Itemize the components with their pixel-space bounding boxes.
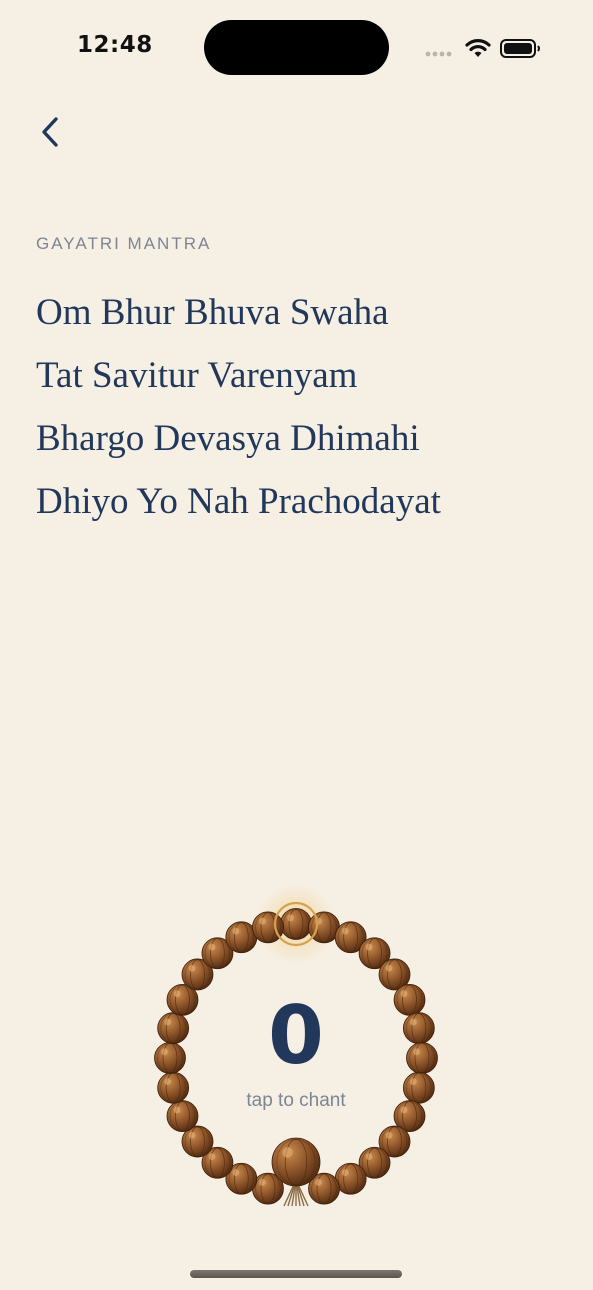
mantra-title: GAYATRI MANTRA [36,234,212,253]
status-bar: 12:48 [0,0,593,96]
mala-bead [280,908,312,940]
dynamic-island [204,20,389,75]
mantra-line: Om Bhur Bhuva Swaha [36,292,389,333]
mala-bead [252,911,284,944]
mantra-line: Bhargo Devasya Dhimahi [36,418,420,459]
signal-icon [425,51,452,57]
chevron-left-icon [42,117,58,147]
mantra-line: Dhiyo Yo Nah Prachodayat [36,481,441,522]
tap-to-chant-hint: tap to chant [246,1090,346,1111]
battery-icon [500,39,540,58]
wifi-icon [465,39,491,57]
home-indicator [190,1270,402,1278]
mantra-text: Om Bhur Bhuva Swaha Tat Savitur Varenyam… [36,288,576,540]
mantra-line: Tat Savitur Varenyam [36,355,358,396]
back-button[interactable] [28,110,72,154]
chant-count[interactable]: 0 [146,988,446,1084]
status-icons [425,39,540,58]
guru-bead [271,1137,321,1187]
status-time: 12:48 [77,32,153,58]
